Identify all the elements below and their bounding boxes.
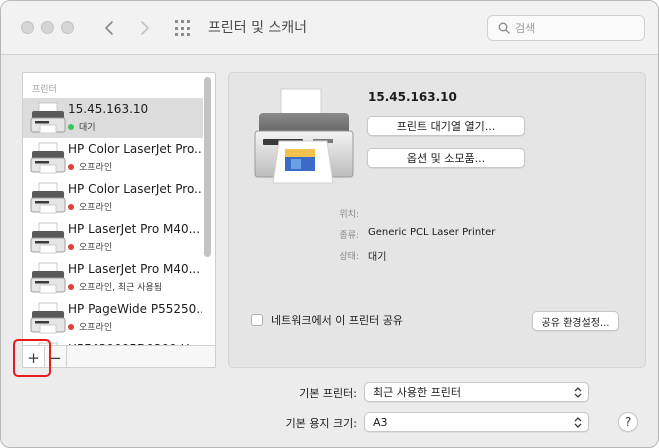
printer-list: 15.45.163.10 대기 HP Color LaserJet Pro...…: [23, 98, 203, 345]
printer-icon: [30, 302, 66, 334]
share-printer-row[interactable]: 네트워크에서 이 프린터 공유: [251, 312, 403, 328]
grid-icon[interactable]: [175, 20, 192, 37]
printer-large-icon: [254, 88, 354, 184]
chevron-right-icon: [141, 21, 149, 35]
printer-status: 오프라인: [68, 240, 112, 253]
printer-status: 오프라인: [68, 160, 112, 173]
printer-list-item[interactable]: HP Color LaserJet Pro... 오프라인: [23, 178, 203, 218]
forward-button[interactable]: [133, 15, 157, 41]
printer-name: HP PageWide P55250...: [68, 302, 202, 316]
zoom-window-button[interactable]: [61, 21, 74, 34]
printer-list-item[interactable]: HP PageWide P55250... 오프라인: [23, 298, 203, 338]
printer-status-text: 오프라인: [79, 163, 113, 173]
share-printer-label[interactable]: 네트워크에서 이 프린터 공유: [271, 312, 403, 328]
printer-status: 대기: [68, 120, 96, 133]
status-dot-icon: [68, 243, 74, 250]
default-paper-popup[interactable]: A3: [364, 412, 589, 432]
printer-name-heading: 15.45.163.10: [368, 90, 457, 104]
printer-status-text: 오프라인: [79, 203, 113, 213]
printer-icon: [30, 262, 66, 294]
status-dot-icon: [68, 123, 74, 130]
status-value: 대기: [368, 252, 387, 263]
remove-printer-button[interactable]: −: [45, 346, 67, 367]
status-dot-icon: [68, 203, 74, 210]
share-printer-checkbox[interactable]: [251, 314, 263, 326]
printer-name: HP Color LaserJet Pro...: [68, 142, 202, 156]
back-button[interactable]: [97, 15, 121, 41]
scroll-thumb[interactable]: [204, 77, 211, 257]
help-button[interactable]: ?: [618, 412, 638, 432]
add-printer-button[interactable]: +: [23, 346, 45, 367]
printer-status-text: 오프라인: [79, 323, 113, 333]
printer-list-item[interactable]: HPF439095D0300 H...: [23, 338, 203, 345]
printer-status-text: 오프라인, 최근 사용됨: [79, 283, 163, 293]
minimize-window-button[interactable]: [41, 21, 54, 34]
search-field[interactable]: 검색: [487, 15, 645, 41]
printer-list-item[interactable]: 15.45.163.10 대기: [23, 98, 203, 138]
printer-list-footer: + −: [23, 345, 215, 367]
printer-status: 오프라인, 최근 사용됨: [68, 280, 162, 293]
updown-arrows-icon: [574, 417, 582, 428]
search-icon: [498, 22, 510, 34]
location-label: 위치:: [339, 210, 359, 220]
kind-value: Generic PCL Laser Printer: [368, 227, 496, 238]
printer-list-item[interactable]: HP LaserJet Pro M40... 오프라인, 최근 사용됨: [23, 258, 203, 298]
status-label: 상태:: [339, 252, 359, 262]
default-printer-value: 최근 사용한 프린터: [373, 386, 461, 399]
printer-status-text: 대기: [79, 123, 96, 133]
status-dot-icon: [68, 283, 74, 290]
printer-icon: [30, 222, 66, 254]
status-dot-icon: [68, 163, 74, 170]
printer-list-scrollbar[interactable]: [204, 77, 212, 327]
default-paper-label: 기본 용지 크기:: [285, 417, 357, 430]
updown-arrows-icon: [574, 387, 582, 398]
window-title: 프린터 및 스캐너: [208, 20, 308, 36]
chevron-left-icon: [105, 21, 113, 35]
printers-window: 프린터 및 스캐너 검색 프린터 15.45.163.10 대기 HP Colo…: [0, 0, 659, 448]
options-supplies-button[interactable]: 옵션 및 소모품...: [367, 148, 525, 168]
printer-name: HP LaserJet Pro M40...: [68, 262, 201, 276]
printer-detail-panel: 15.45.163.10 프린트 대기열 열기... 옵션 및 소모품... 위…: [228, 72, 646, 368]
printer-list-item[interactable]: HP LaserJet Pro M40... 오프라인: [23, 218, 203, 258]
printer-name: HP Color LaserJet Pro...: [68, 182, 202, 196]
kind-label: 종류:: [339, 231, 359, 241]
sharing-preferences-button[interactable]: 공유 환경설정...: [532, 311, 619, 331]
default-printer-popup[interactable]: 최근 사용한 프린터: [364, 382, 589, 402]
printer-status-text: 오프라인: [79, 243, 113, 253]
search-placeholder: 검색: [515, 22, 536, 35]
printer-status: 오프라인: [68, 320, 112, 333]
titlebar: 프린터 및 스캐너 검색: [1, 1, 658, 55]
printer-icon: [30, 102, 66, 134]
printer-list-item[interactable]: HP Color LaserJet Pro... 오프라인: [23, 138, 203, 178]
default-paper-value: A3: [373, 415, 388, 429]
printer-name: HP LaserJet Pro M40...: [68, 222, 201, 236]
status-dot-icon: [68, 323, 74, 330]
printer-list-header: 프린터: [32, 85, 57, 95]
close-window-button[interactable]: [21, 21, 34, 34]
default-printer-label: 기본 프린터:: [299, 387, 357, 400]
printer-icon: [30, 182, 66, 214]
printer-icon: [30, 142, 66, 174]
printer-name: 15.45.163.10: [68, 102, 149, 116]
open-print-queue-button[interactable]: 프린트 대기열 열기...: [367, 116, 525, 136]
printer-status: 오프라인: [68, 200, 112, 213]
printer-list-panel: 프린터 15.45.163.10 대기 HP Color LaserJet Pr…: [22, 72, 216, 368]
